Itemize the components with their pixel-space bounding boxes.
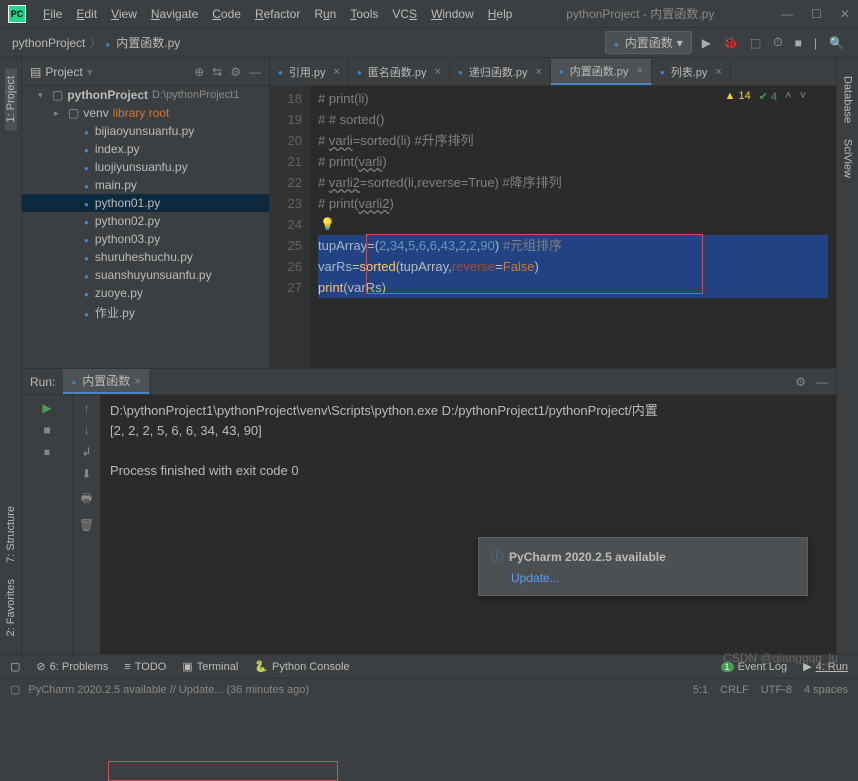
status-icon: ▢ (10, 683, 20, 696)
up-icon[interactable]: ↑ (84, 401, 90, 415)
tools-icon[interactable]: ▢ (10, 660, 20, 673)
menu-help[interactable]: Help (481, 7, 520, 21)
tree-file[interactable]: shuruheshuchu.py (22, 248, 269, 266)
run-button[interactable]: ▶ (700, 34, 713, 52)
status-message: PyCharm 2020.2.5 available // Update... … (28, 684, 309, 696)
run-tab[interactable]: 内置函数 × (63, 369, 149, 394)
menu-run[interactable]: Run (307, 7, 343, 21)
breadcrumb-file[interactable]: 内置函数.py (116, 34, 180, 51)
annotation-box (366, 234, 703, 294)
scroll-icon[interactable]: ⬇ (81, 467, 91, 481)
editor-tab[interactable]: 递归函数.py× (450, 60, 551, 84)
tree-file[interactable]: suanshuyunsuanfu.py (22, 266, 269, 284)
tree-file[interactable]: luojiyunsuanfu.py (22, 158, 269, 176)
watermark: CSDN @qiangqqq_lu (723, 651, 838, 665)
debug-button[interactable]: 🐞 (721, 34, 740, 52)
project-panel-title: Project (45, 65, 82, 79)
tree-file[interactable]: main.py (22, 176, 269, 194)
update-popup: ⓘPyCharm 2020.2.5 available Update... (478, 537, 808, 596)
wrap-icon[interactable]: ↲ (81, 445, 91, 459)
indent[interactable]: 4 spaces (804, 684, 848, 696)
breadcrumb: pythonProject 〉 内置函数.py (12, 34, 180, 51)
encoding[interactable]: UTF-8 (761, 684, 792, 696)
tree-file[interactable]: 作业.py (22, 302, 269, 323)
project-tree[interactable]: ▾▢ pythonProject D:\pythonProject1 ▸▢ ve… (22, 86, 269, 368)
window-title: pythonProject - 内置函数.py (566, 5, 714, 22)
line-ending[interactable]: CRLF (720, 684, 749, 696)
sidebar-database[interactable]: Database (842, 68, 854, 131)
minimize-icon[interactable]: — (781, 7, 793, 21)
print-icon[interactable]: 🖶 (81, 489, 92, 510)
ok-indicator[interactable]: ✔ 4 (759, 90, 777, 103)
stop-icon[interactable]: ■ (793, 34, 804, 52)
stop-icon[interactable]: ■ (43, 423, 50, 437)
menu-navigate[interactable]: Navigate (144, 7, 205, 21)
rerun-icon[interactable]: ▶ (42, 401, 51, 415)
collapse-icon[interactable]: ⇆ (212, 65, 222, 79)
maximize-icon[interactable]: ☐ (811, 7, 822, 21)
line-gutter: 18192021222324252627 (270, 86, 310, 368)
exit-icon[interactable]: ⏹ (44, 445, 50, 460)
coverage-icon[interactable]: ⬚ (748, 34, 763, 52)
menu-view[interactable]: View (104, 7, 144, 21)
tree-file[interactable]: python02.py (22, 212, 269, 230)
sidebar-project[interactable]: 1: Project (5, 68, 17, 130)
todo-tab[interactable]: ≡ TODO (124, 661, 166, 673)
run-label: Run: (30, 375, 55, 389)
bulb-icon[interactable]: 💡 (320, 214, 335, 235)
gear-icon[interactable]: ⚙ (230, 65, 241, 79)
divider: | (812, 34, 819, 52)
search-icon[interactable]: 🔍 (827, 34, 846, 52)
menu-tools[interactable]: Tools (343, 7, 385, 21)
locate-icon[interactable]: ⊕ (194, 65, 204, 79)
editor-tabs: 引用.py×匿名函数.py×递归函数.py×内置函数.py×列表.py× (270, 58, 836, 86)
terminal-tab[interactable]: ▣ Terminal (182, 660, 238, 673)
sidebar-favorites[interactable]: 2: Favorites (5, 571, 17, 644)
editor-tab[interactable]: 引用.py× (270, 60, 349, 84)
trash-icon[interactable]: 🗑 (79, 518, 94, 532)
close-icon[interactable]: ✕ (840, 7, 850, 21)
tree-file[interactable]: python03.py (22, 230, 269, 248)
editor-tab[interactable]: 列表.py× (652, 60, 731, 84)
chevron-down-icon[interactable]: ˅ (800, 90, 806, 103)
tree-file[interactable]: python01.py (22, 194, 269, 212)
hide-icon[interactable]: — (249, 65, 261, 79)
menu-file[interactable]: File (36, 7, 69, 21)
menu-vcs[interactable]: VCS (385, 7, 424, 21)
editor-tab[interactable]: 内置函数.py× (551, 59, 652, 85)
run-output[interactable]: D:\pythonProject1\pythonProject\venv\Scr… (100, 395, 836, 654)
menu-window[interactable]: Window (424, 7, 481, 21)
menu-refactor[interactable]: Refactor (248, 7, 307, 21)
sidebar-structure[interactable]: 7: Structure (5, 498, 17, 571)
profile-icon[interactable]: ⏱ (771, 33, 784, 52)
app-logo: PC (8, 5, 26, 23)
info-icon: ⓘ (491, 550, 503, 564)
breadcrumb-project[interactable]: pythonProject (12, 36, 85, 50)
update-link[interactable]: Update... (511, 571, 560, 585)
annotation-box-output (108, 761, 338, 781)
tree-file[interactable]: zuoye.py (22, 284, 269, 302)
gear-icon[interactable]: ⚙ (795, 375, 806, 389)
menu-code[interactable]: Code (205, 7, 248, 21)
tree-file[interactable]: bijiaoyunsuanfu.py (22, 122, 269, 140)
down-icon[interactable]: ↓ (84, 423, 90, 437)
editor-tab[interactable]: 匿名函数.py× (349, 60, 450, 84)
tree-file[interactable]: index.py (22, 140, 269, 158)
warnings-indicator[interactable]: ▲ 14 (725, 90, 751, 103)
python-console-tab[interactable]: 🐍 Python Console (254, 660, 349, 673)
chevron-up-icon[interactable]: ˄ (785, 90, 791, 103)
hide-icon[interactable]: — (816, 375, 828, 389)
sidebar-sciview[interactable]: SciView (842, 131, 854, 186)
run-config-selector[interactable]: 内置函数 ▾ (605, 31, 692, 54)
code-editor[interactable]: 💡 # print(li)# # sorted()# varli=sorted(… (310, 86, 836, 368)
menu-edit[interactable]: Edit (69, 7, 104, 21)
caret-position[interactable]: 5:1 (693, 684, 708, 696)
problems-tab[interactable]: ⊘ 6: Problems (36, 660, 108, 673)
